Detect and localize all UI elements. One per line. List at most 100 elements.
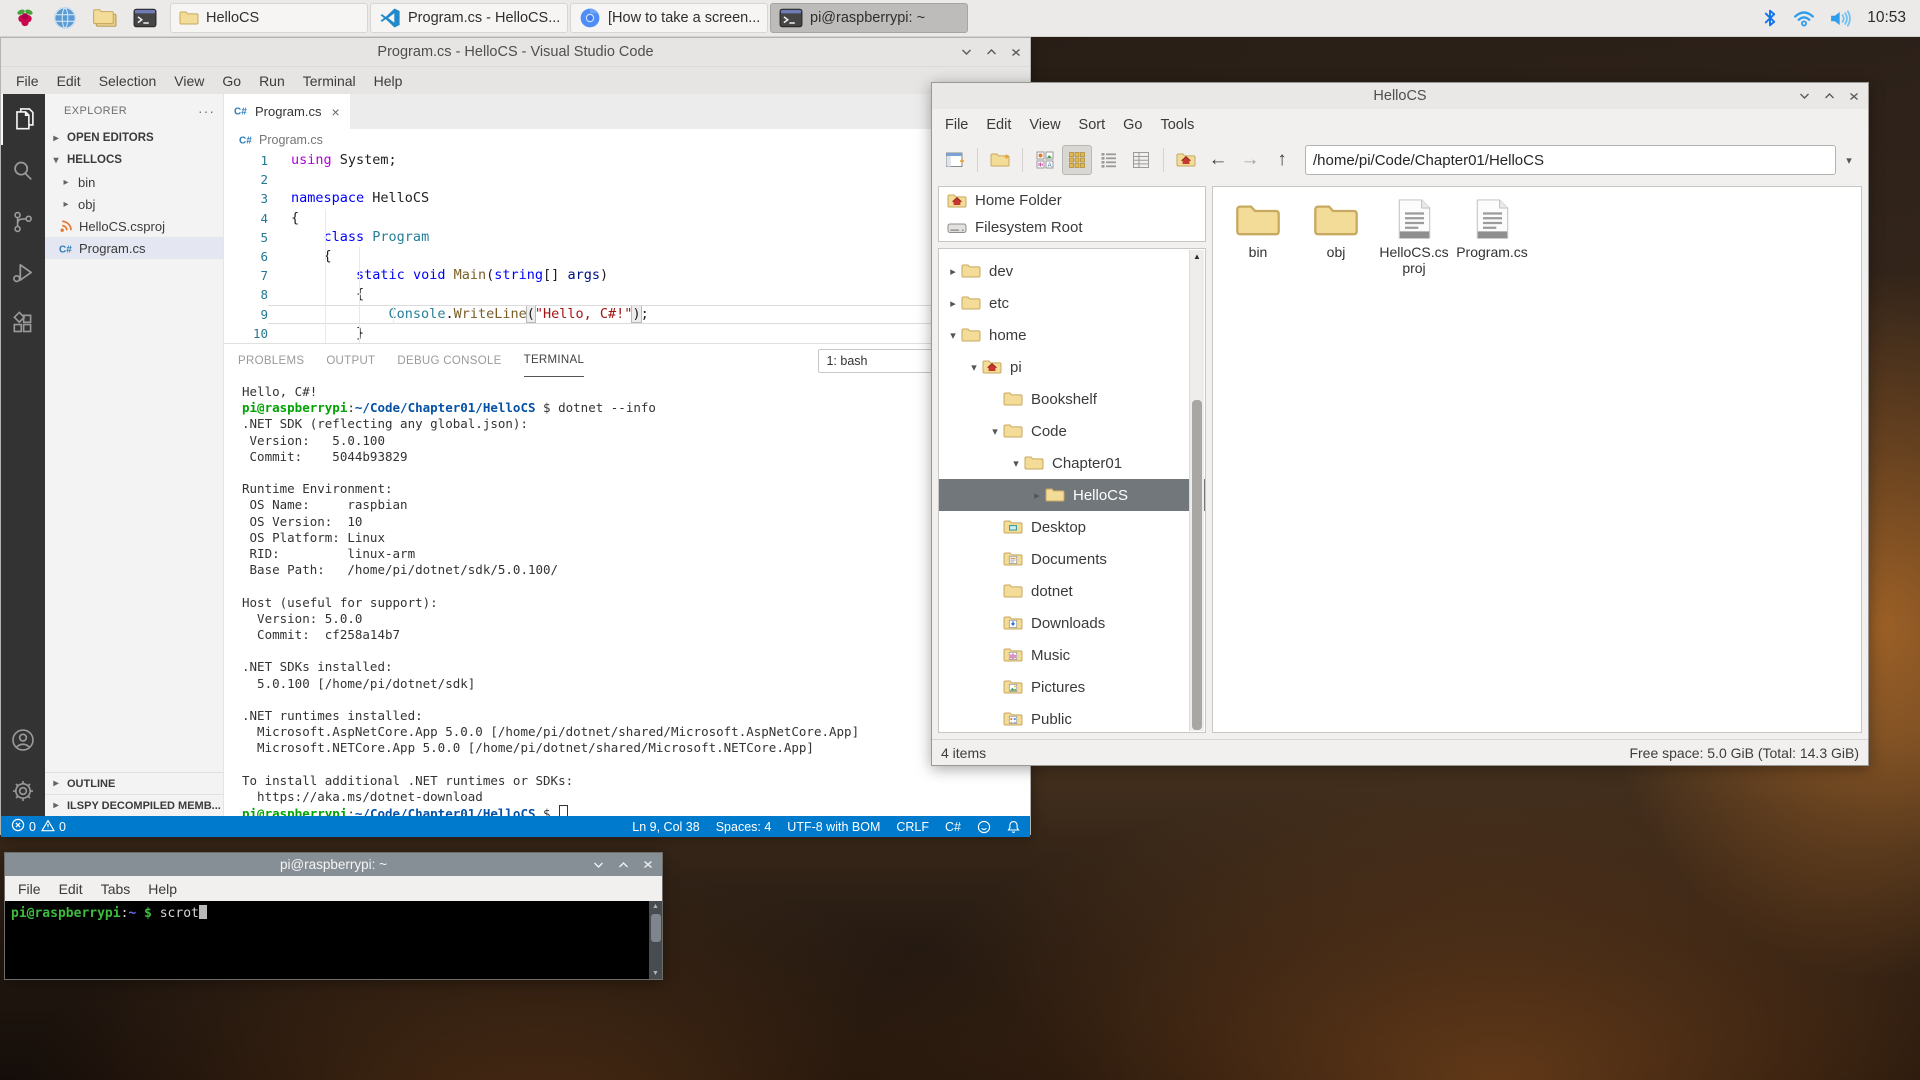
tab-close-icon[interactable]: × — [331, 104, 339, 120]
shade-window-icon[interactable] — [593, 861, 604, 869]
menu-help[interactable]: Help — [365, 73, 412, 89]
tree-scrollbar[interactable]: ▲ ▼ — [1189, 250, 1204, 731]
explorer-actions-icon[interactable]: ··· — [198, 103, 215, 119]
file-item-program-cs[interactable]: Program.cs — [1453, 199, 1531, 276]
errors-indicator[interactable]: 0 — [11, 818, 36, 835]
explorer-item-obj[interactable]: ▸obj — [45, 193, 223, 215]
file-manager-launcher-icon[interactable] — [90, 4, 120, 32]
panel-tab-problems[interactable]: PROBLEMS — [238, 344, 304, 377]
code-line[interactable]: 7 static void Main(string[] args) — [224, 266, 1030, 285]
code-line[interactable]: 3namespace HelloCS — [224, 189, 1030, 208]
status-item[interactable]: UTF-8 with BOM — [787, 820, 880, 834]
run-debug-activity-icon[interactable] — [1, 247, 45, 298]
scrollbar-thumb[interactable] — [651, 914, 661, 942]
explorer-item-program-cs[interactable]: C#Program.cs — [45, 237, 223, 259]
integrated-terminal[interactable]: Hello, C#!pi@raspberrypi:~/Code/Chapter0… — [224, 377, 1030, 816]
shade-window-icon[interactable] — [961, 48, 972, 56]
account-icon[interactable] — [1, 714, 45, 765]
home-button[interactable] — [1171, 145, 1201, 175]
terminal-titlebar[interactable]: pi@raspberrypi: ~ — [5, 853, 662, 876]
view-icons-button[interactable] — [1062, 145, 1092, 175]
status-item[interactable]: Spaces: 4 — [716, 820, 772, 834]
maximize-window-icon[interactable] — [618, 861, 629, 869]
file-item-bin[interactable]: bin — [1219, 199, 1297, 276]
scroll-down-icon[interactable]: ▼ — [649, 968, 662, 979]
web-browser-launcher-icon[interactable] — [50, 4, 80, 32]
sidebar-section-outline[interactable]: ▸OUTLINE — [45, 772, 223, 794]
shade-window-icon[interactable] — [1799, 92, 1810, 100]
menu-terminal[interactable]: Terminal — [294, 73, 365, 89]
extensions-activity-icon[interactable] — [1, 298, 45, 349]
code-line[interactable]: 8 { — [224, 285, 1030, 304]
view-thumbnails-button[interactable]: A — [1030, 145, 1060, 175]
terminal-screen[interactable]: pi@raspberrypi:~ $ scrot ▲ ▼ — [5, 901, 662, 979]
maximize-window-icon[interactable] — [1824, 92, 1835, 100]
status-item[interactable]: C# — [945, 820, 961, 834]
tree-item-downloads[interactable]: Downloads — [939, 607, 1205, 639]
tab-program-cs[interactable]: C# Program.cs × — [224, 94, 350, 129]
menu-file[interactable]: File — [7, 73, 48, 89]
tree-item-chapter01[interactable]: ▾Chapter01 — [939, 447, 1205, 479]
explorer-item-hellocs-csproj[interactable]: HelloCS.csproj — [45, 215, 223, 237]
tree-item-desktop[interactable]: Desktop — [939, 511, 1205, 543]
volume-icon[interactable] — [1830, 10, 1852, 27]
status-item[interactable]: CRLF — [896, 820, 929, 834]
expander-open-icon[interactable]: ▾ — [945, 329, 961, 342]
menu-sort[interactable]: Sort — [1070, 117, 1115, 133]
menu-go[interactable]: Go — [1114, 117, 1151, 133]
panel-tab-terminal[interactable]: TERMINAL — [524, 344, 585, 377]
code-line[interactable]: 2 — [224, 170, 1030, 189]
code-line[interactable]: 9 Console.WriteLine("Hello, C#!"); — [224, 305, 1030, 324]
close-window-icon[interactable] — [1011, 48, 1021, 57]
tree-item-dotnet[interactable]: dotnet — [939, 575, 1205, 607]
menu-go[interactable]: Go — [213, 73, 250, 89]
tree-item-public[interactable]: Public — [939, 703, 1205, 733]
menu-help[interactable]: Help — [139, 881, 186, 897]
scrollbar-thumb[interactable] — [1192, 400, 1202, 730]
file-item-obj[interactable]: obj — [1297, 199, 1375, 276]
vscode-titlebar[interactable]: Program.cs - HelloCS - Visual Studio Cod… — [1, 38, 1030, 67]
menu-tools[interactable]: Tools — [1151, 117, 1203, 133]
feedback-smiley-icon[interactable] — [977, 820, 991, 834]
explorer-root-section[interactable]: ▾ HELLOCS — [45, 149, 223, 171]
place-filesystem-root[interactable]: Filesystem Root — [939, 214, 1205, 241]
code-line[interactable]: 10 } — [224, 324, 1030, 343]
tree-item-etc[interactable]: ▸etc — [939, 287, 1205, 319]
code-editor[interactable]: 1using System;23namespace HelloCS4{5 cla… — [224, 151, 1030, 343]
place-home-folder[interactable]: Home Folder — [939, 187, 1205, 214]
taskbar-window-button[interactable]: HelloCS — [170, 3, 368, 33]
warnings-indicator[interactable]: 0 — [41, 819, 66, 835]
panel-tab-debug-console[interactable]: DEBUG CONSOLE — [397, 344, 501, 377]
tree-item-code[interactable]: ▾Code — [939, 415, 1205, 447]
maximize-window-icon[interactable] — [986, 48, 997, 56]
wifi-icon[interactable] — [1793, 9, 1815, 27]
search-activity-icon[interactable] — [1, 145, 45, 196]
tree-item-documents[interactable]: Documents — [939, 543, 1205, 575]
expander-closed-icon[interactable]: ▸ — [945, 265, 961, 278]
tree-item-music[interactable]: Music — [939, 639, 1205, 671]
status-item[interactable]: Ln 9, Col 38 — [632, 820, 699, 834]
menu-edit[interactable]: Edit — [48, 73, 90, 89]
close-window-icon[interactable] — [643, 860, 653, 869]
tree-item-dev[interactable]: ▸dev — [939, 255, 1205, 287]
bluetooth-icon[interactable] — [1762, 8, 1778, 28]
clock[interactable]: 10:53 — [1867, 9, 1906, 27]
view-compact-button[interactable] — [1094, 145, 1124, 175]
breadcrumb[interactable]: C# Program.cs — [224, 129, 1030, 151]
raspberry-menu-launcher-icon[interactable] — [10, 4, 40, 32]
tree-item-bookshelf[interactable]: Bookshelf — [939, 383, 1205, 415]
tree-item-pictures[interactable]: Pictures — [939, 671, 1205, 703]
code-line[interactable]: 5 class Program — [224, 228, 1030, 247]
settings-icon[interactable] — [1, 765, 45, 816]
tree-item-home[interactable]: ▾home — [939, 319, 1205, 351]
view-detailed-button[interactable] — [1126, 145, 1156, 175]
tree-item-hellocs[interactable]: ▸HelloCS — [939, 479, 1205, 511]
menu-file[interactable]: File — [9, 881, 50, 897]
terminal-scrollbar[interactable]: ▲ ▼ — [649, 901, 662, 979]
source-control-activity-icon[interactable] — [1, 196, 45, 247]
notifications-bell-icon[interactable] — [1007, 820, 1020, 834]
open-editors-section[interactable]: ▸ OPEN EDITORS — [45, 127, 223, 149]
terminal-launcher-icon[interactable] — [130, 4, 160, 32]
tree-item-pi[interactable]: ▾pi — [939, 351, 1205, 383]
code-line[interactable]: 6 { — [224, 247, 1030, 266]
